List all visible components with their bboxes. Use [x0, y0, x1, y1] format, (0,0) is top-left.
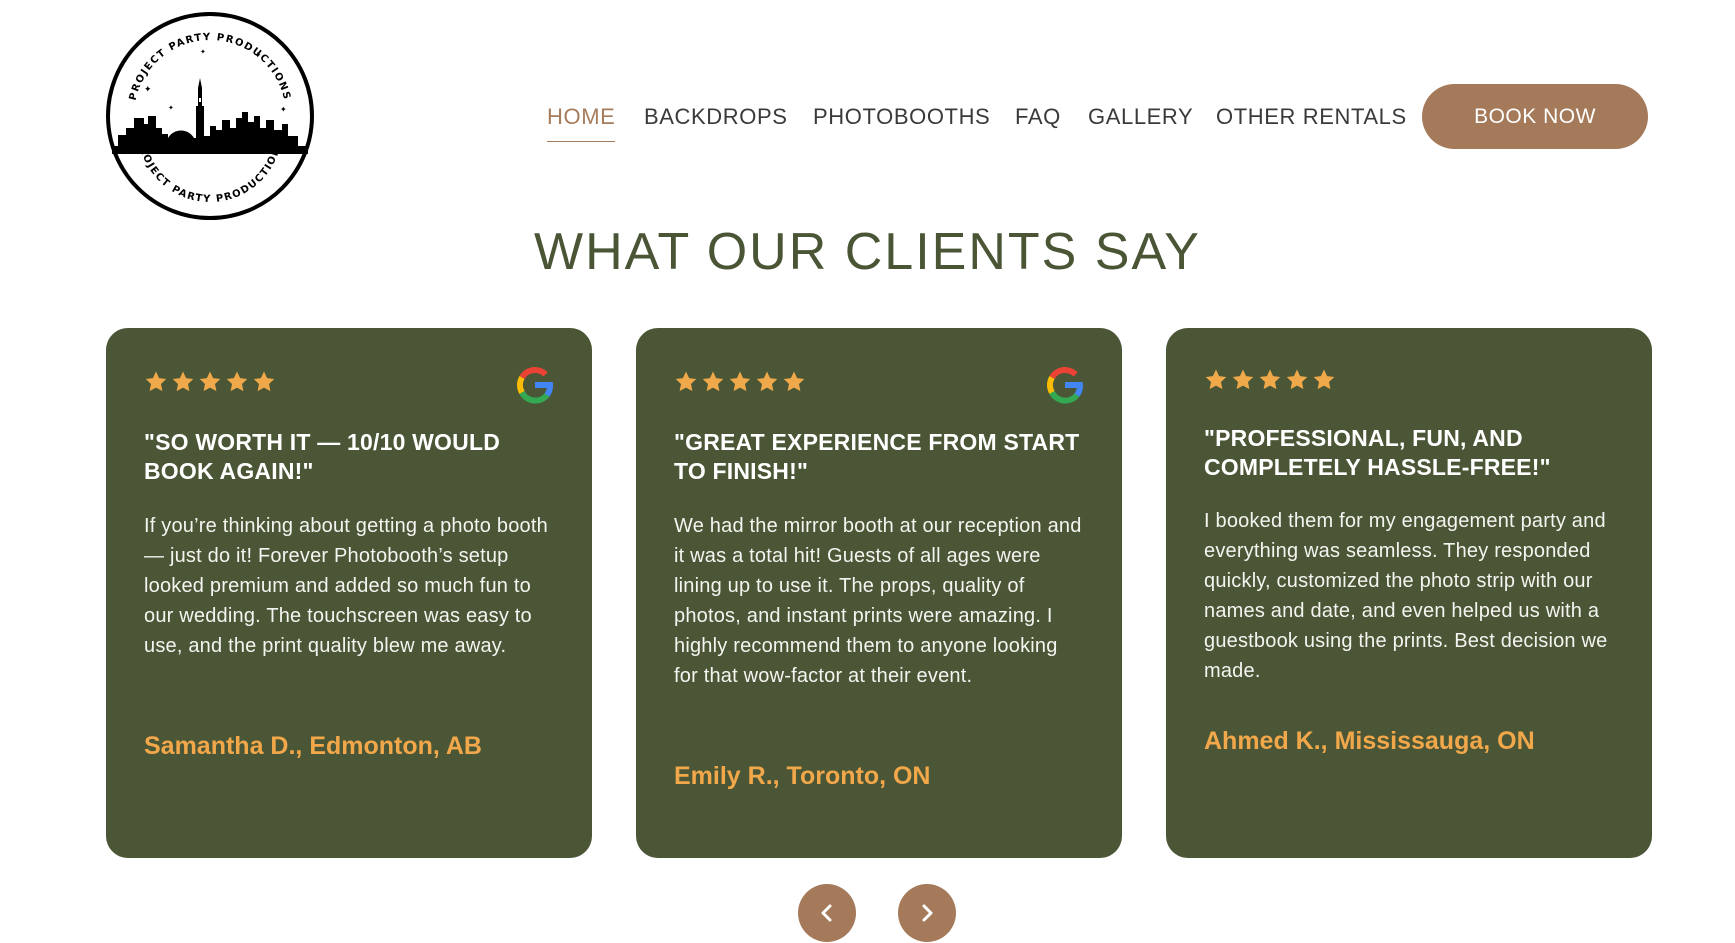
star-icon	[172, 371, 194, 392]
google-icon	[1047, 366, 1083, 404]
star-icon	[783, 371, 805, 392]
testimonial-title: "SO WORTH IT — 10/10 WOULD BOOK AGAIN!"	[144, 429, 501, 484]
star-icon	[1259, 369, 1281, 390]
star-icon	[1286, 369, 1308, 390]
chevron-left-icon	[821, 904, 832, 922]
svg-text:✦: ✦	[254, 50, 262, 60]
testimonial-body: If you’re thinking about getting a photo…	[144, 515, 548, 657]
star-icon	[226, 371, 248, 392]
testimonial-card: "GREAT EXPERIENCE FROM START TO FINISH!"…	[636, 328, 1122, 858]
star-icon	[675, 371, 697, 392]
testimonial-author: Samantha D., Edmonton, AB	[144, 732, 482, 760]
svg-text:✦: ✦	[200, 48, 206, 56]
carousel-prev-button[interactable]	[798, 884, 856, 942]
nav-item-other-rentals[interactable]: OTHER RENTALS	[1216, 104, 1407, 130]
testimonial-card: "PROFESSIONAL, FUN, AND COMPLETELY HASSL…	[1166, 328, 1652, 858]
star-icon	[1232, 369, 1254, 390]
star-icon	[729, 371, 751, 392]
testimonial-body: We had the mirror booth at our reception…	[674, 515, 1082, 687]
book-now-button[interactable]: BOOK NOW	[1422, 84, 1648, 149]
star-icon	[1205, 369, 1227, 390]
testimonial-card: "SO WORTH IT — 10/10 WOULD BOOK AGAIN!" …	[106, 328, 592, 858]
chevron-right-icon	[922, 904, 933, 922]
star-icon	[253, 371, 275, 392]
star-icon	[756, 371, 778, 392]
testimonial-title: "GREAT EXPERIENCE FROM START TO FINISH!"	[674, 429, 1080, 484]
nav-item-photobooths[interactable]: PHOTOBOOTHS	[813, 104, 990, 130]
nav-item-home[interactable]: HOME	[547, 104, 616, 142]
google-icon	[517, 366, 553, 404]
carousel-next-button[interactable]	[898, 884, 956, 942]
testimonial-title: "PROFESSIONAL, FUN, AND COMPLETELY HASSL…	[1204, 425, 1551, 480]
star-rating	[1204, 368, 1336, 392]
section-title: WHAT OUR CLIENTS SAY	[534, 223, 1201, 281]
star-rating	[144, 370, 276, 394]
star-rating	[674, 370, 806, 394]
nav-item-backdrops[interactable]: BACKDROPS	[644, 104, 788, 130]
testimonial-author: Emily R., Toronto, ON	[674, 762, 931, 790]
star-icon	[702, 371, 724, 392]
star-icon	[145, 371, 167, 392]
star-icon	[199, 371, 221, 392]
nav-item-faq[interactable]: FAQ	[1015, 104, 1061, 130]
testimonial-author: Ahmed K., Mississauga, ON	[1204, 727, 1535, 755]
testimonial-body: I booked them for my engagement party an…	[1204, 510, 1608, 682]
nav-item-gallery[interactable]: GALLERY	[1088, 104, 1193, 130]
star-icon	[1313, 369, 1335, 390]
